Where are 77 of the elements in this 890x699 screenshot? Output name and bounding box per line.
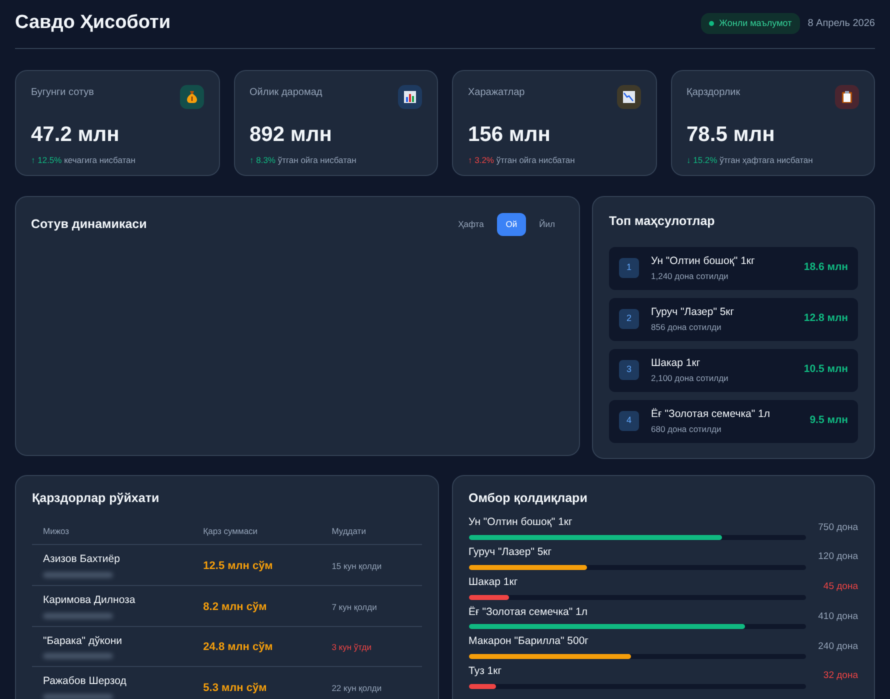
- stock-item-name: Ёғ "Золотая семечка" 1л: [468, 604, 588, 620]
- sold-count: 856 дона сотилди: [651, 320, 722, 334]
- period-tab[interactable]: Ҳафта: [449, 212, 493, 236]
- sales-amount: 10.5 млн: [804, 362, 848, 378]
- period-tab[interactable]: Йил: [530, 212, 564, 236]
- period-tab[interactable]: Ой: [496, 212, 526, 236]
- due-term: 15 кун қолди: [332, 560, 382, 571]
- rank-label: 2: [619, 309, 639, 330]
- stock-quantity: 120 дона: [818, 550, 858, 564]
- due-term: 7 кун қолди: [332, 602, 377, 612]
- column-header: Муддати: [320, 519, 422, 545]
- blurred-phone: [43, 572, 113, 578]
- client-name: Азизов Бахтиёр: [43, 552, 121, 568]
- kpi-value: 892 млн: [250, 122, 333, 148]
- page-title: Савдо Ҳисоботи: [15, 12, 171, 35]
- product-row[interactable]: 4 Ёғ "Золотая семечка" 1л 680 дона сотилди 9.5 млн: [609, 400, 858, 443]
- client-name: Каримова Дилноза: [43, 592, 136, 608]
- stock-quantity: 45 дона: [822, 580, 858, 594]
- blurred-phone: [43, 653, 113, 660]
- debt-amount: 24.8 млн сўм: [203, 641, 273, 654]
- stock-quantity: 750 дона: [818, 520, 858, 535]
- stock-quantity: 32 дона: [822, 669, 858, 684]
- debt-amount: 8.2 млн сўм: [203, 600, 267, 613]
- stock-item-name: Ун "Олтин бошоқ" 1кг: [468, 515, 574, 530]
- debt-amount: 12.5 млн сўм: [203, 560, 273, 572]
- stock-item-name: Туз 1кг: [468, 664, 503, 680]
- kpi-change-note: ↑ 3.2% ўтган ойга нисбатан: [468, 154, 576, 168]
- panel-title: Топ маҳсулотлар: [609, 212, 716, 230]
- product-row[interactable]: 1 Ун "Олтин бошоқ" 1кг 1,240 дона сотилди 18.6 млн: [609, 246, 858, 290]
- sold-count: 1,240 дона сотилди: [651, 270, 730, 282]
- kpi-label: Бугунги сотув: [31, 86, 94, 100]
- rank-label: 1: [619, 258, 639, 278]
- panel-title: Омбор қолдиқлари: [468, 490, 588, 507]
- due-term: 3 кун ўтди: [332, 642, 372, 652]
- product-row[interactable]: 2 Гуруч "Лазер" 5кг 856 дона сотилди 12.8 млн: [609, 298, 858, 341]
- stock-item-name: Макарон "Барилла" 500г: [468, 634, 590, 650]
- product-name: Ёғ "Золотая семечка" 1л: [651, 406, 770, 422]
- date-label: 8 Апрель 2026: [808, 16, 875, 31]
- kpi-change-note: ↑ 8.3% ўтган ойга нисбатан: [250, 154, 358, 168]
- live-data-badge: Жонли маълумот: [701, 12, 800, 34]
- client-name: "Барака" дўкони: [43, 634, 124, 649]
- panel-title: Сотув динамикаси: [31, 216, 147, 233]
- stock-item-name: Шакар 1кг: [468, 574, 519, 590]
- product-row[interactable]: 3 Шакар 1кг 2,100 дона сотилди 10.5 млн: [609, 348, 858, 392]
- stock-quantity: 410 дона: [818, 610, 858, 624]
- falling-chart-icon: [622, 90, 636, 104]
- money-bag-icon: [184, 90, 198, 104]
- due-term: 22 кун қолди: [332, 683, 382, 694]
- kpi-value: 78.5 млн: [686, 122, 776, 148]
- column-header: Мижоз: [32, 519, 192, 545]
- product-name: Шакар 1кг: [651, 356, 702, 371]
- column-header: Қарз суммаси: [192, 519, 321, 545]
- panel-title: Қарздорлар рўйхати: [32, 490, 160, 507]
- kpi-label: Харажатлар: [468, 86, 525, 100]
- product-name: Гуруч "Лазер" 5кг: [651, 304, 734, 320]
- stock-quantity: 240 дона: [818, 640, 858, 654]
- kpi-change-note: ↑ 12.5% кечагига нисбатан: [31, 154, 136, 168]
- clipboard-icon: [840, 90, 854, 104]
- kpi-value: 47.2 млн: [31, 122, 120, 148]
- rank-label: 4: [619, 411, 639, 432]
- stock-item-name: Гуруч "Лазер" 5кг: [468, 545, 553, 560]
- client-name: Ражабов Шерзод: [43, 674, 128, 690]
- sold-count: 680 дона сотилди: [651, 422, 722, 436]
- rank-label: 3: [619, 360, 639, 380]
- product-name: Ун "Олтин бошоқ" 1кг: [651, 254, 755, 269]
- debt-amount: 5.3 млн сўм: [203, 682, 267, 694]
- bar-chart-icon: [403, 90, 417, 104]
- kpi-value: 156 млн: [468, 122, 552, 148]
- kpi-label: Ойлик даромад: [250, 86, 322, 100]
- sales-amount: 12.8 млн: [804, 311, 848, 326]
- blurred-phone: [43, 612, 113, 619]
- sales-amount: 18.6 млн: [804, 260, 848, 276]
- kpi-label: Қарздорлик: [686, 86, 740, 100]
- sales-amount: 9.5 млн: [810, 413, 848, 428]
- kpi-change-note: ↓ 15.2% ўтган ҳафтага нисбатан: [686, 154, 814, 168]
- blurred-phone: [43, 694, 113, 699]
- sold-count: 2,100 дона сотилди: [651, 372, 728, 384]
